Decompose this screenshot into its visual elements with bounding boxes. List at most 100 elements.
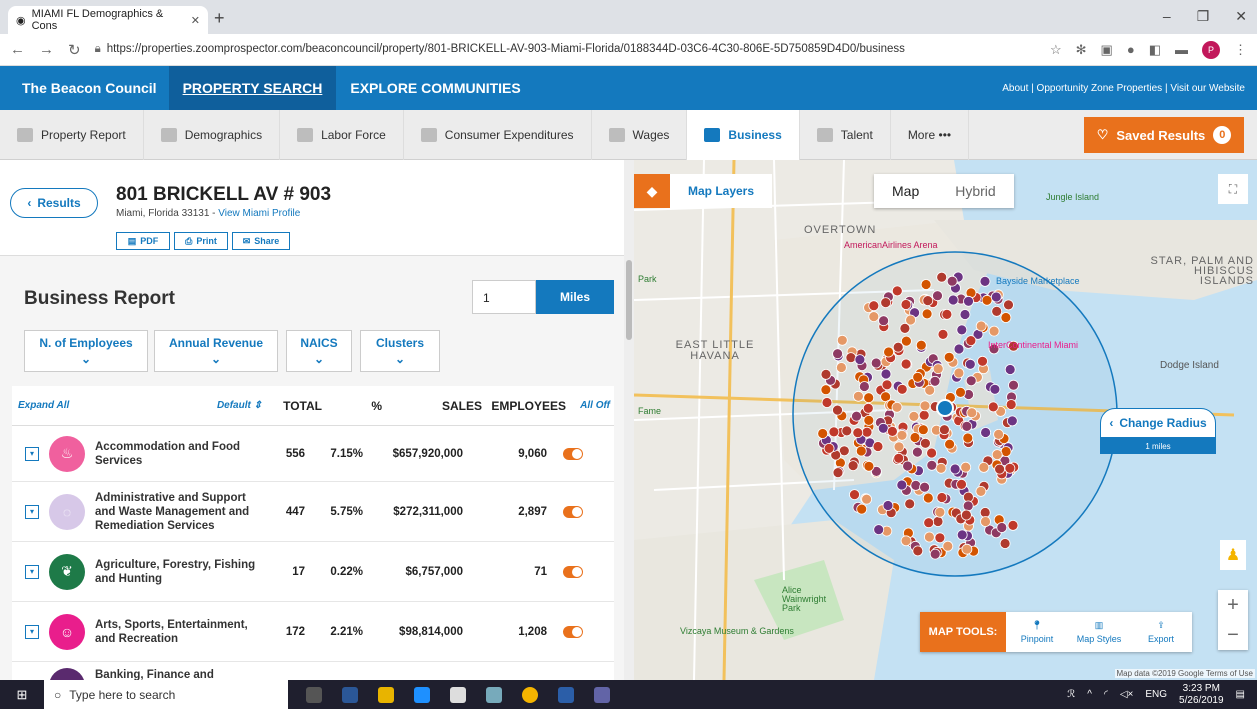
table-row[interactable]: Banking, Finance and xyxy=(12,662,614,680)
tab-property-report[interactable]: Property Report xyxy=(0,109,144,160)
business-point[interactable] xyxy=(977,355,988,367)
business-point[interactable] xyxy=(980,516,991,527)
business-point[interactable] xyxy=(942,540,954,552)
business-point[interactable] xyxy=(975,320,987,332)
business-point[interactable] xyxy=(996,522,1008,533)
business-point[interactable] xyxy=(893,441,905,453)
network-icon[interactable]: ◜ xyxy=(1104,689,1108,700)
zoom-in-icon[interactable]: + xyxy=(1227,594,1239,617)
filter-naics[interactable]: NAICS ⌄ xyxy=(286,330,352,372)
business-point[interactable] xyxy=(962,500,974,512)
filter-clusters[interactable]: Clusters ⌄ xyxy=(360,330,440,372)
business-point[interactable] xyxy=(938,424,950,436)
business-point[interactable] xyxy=(832,348,844,360)
business-point[interactable] xyxy=(892,341,904,353)
business-point[interactable] xyxy=(861,493,873,505)
teams-icon[interactable] xyxy=(594,686,610,703)
business-point[interactable] xyxy=(849,489,860,501)
business-point[interactable] xyxy=(1003,299,1014,311)
business-point[interactable] xyxy=(896,383,908,395)
business-point[interactable] xyxy=(904,498,916,510)
business-point[interactable] xyxy=(934,506,946,518)
app-icon[interactable] xyxy=(342,686,358,703)
business-point[interactable] xyxy=(994,463,1006,475)
restore-icon[interactable]: ❐ xyxy=(1197,8,1210,25)
business-point[interactable] xyxy=(912,371,924,383)
business-point[interactable] xyxy=(922,492,934,504)
table-row[interactable]: ▾ ☺ Arts, Sports, Entertainment, and Rec… xyxy=(12,602,614,662)
business-point[interactable] xyxy=(921,308,933,320)
close-tab-icon[interactable]: ✕ xyxy=(191,14,200,27)
business-point[interactable] xyxy=(883,346,895,358)
business-point[interactable] xyxy=(918,409,930,421)
business-point[interactable] xyxy=(956,478,967,490)
business-point[interactable] xyxy=(941,308,953,320)
expand-row-icon[interactable]: ▾ xyxy=(25,564,39,579)
business-point[interactable] xyxy=(924,384,936,396)
nav-property-search[interactable]: PROPERTY SEARCH xyxy=(168,66,337,110)
extension-icon[interactable]: ✻ xyxy=(1076,42,1087,58)
business-point[interactable] xyxy=(964,358,976,370)
business-point[interactable] xyxy=(929,548,941,560)
map-layers-control[interactable]: ◆ Map Layers xyxy=(634,174,773,208)
print-button[interactable]: ⎙ Print xyxy=(174,232,228,250)
extension-icon[interactable]: ▬ xyxy=(1175,42,1188,57)
mail-icon[interactable] xyxy=(450,686,466,703)
edge-icon[interactable] xyxy=(414,686,430,703)
back-icon[interactable]: ← xyxy=(10,41,25,58)
chrome-icon[interactable] xyxy=(522,686,538,703)
miles-button[interactable]: Miles xyxy=(536,280,614,314)
business-point[interactable] xyxy=(858,381,870,392)
business-point[interactable] xyxy=(961,543,973,555)
business-point[interactable] xyxy=(917,424,929,436)
pdf-button[interactable]: ▤ PDF xyxy=(116,232,170,250)
business-point[interactable] xyxy=(902,460,914,472)
col-pct[interactable]: % xyxy=(322,399,382,413)
business-point[interactable] xyxy=(820,384,832,396)
business-point[interactable] xyxy=(877,422,889,434)
business-point[interactable] xyxy=(896,429,908,441)
business-point[interactable] xyxy=(989,383,1001,395)
language-indicator[interactable]: ENG xyxy=(1145,689,1167,700)
task-view-icon[interactable] xyxy=(306,686,322,703)
business-point[interactable] xyxy=(993,428,1005,440)
business-point[interactable] xyxy=(937,328,949,340)
forward-icon[interactable]: → xyxy=(39,41,54,58)
business-point[interactable] xyxy=(988,325,1000,337)
business-point[interactable] xyxy=(868,311,880,323)
brand-logo[interactable]: The Beacon Council xyxy=(0,80,169,96)
table-row[interactable]: ▾ ◌ Administrative and Support and Waste… xyxy=(12,482,614,542)
new-tab-button[interactable]: + xyxy=(214,8,225,29)
business-point[interactable] xyxy=(835,362,847,373)
business-point[interactable] xyxy=(908,410,920,422)
filter-revenue[interactable]: Annual Revenue ⌄ xyxy=(154,330,278,372)
business-point[interactable] xyxy=(962,432,974,444)
business-point[interactable] xyxy=(900,535,912,547)
business-point[interactable] xyxy=(1005,399,1017,410)
business-point[interactable] xyxy=(852,390,864,402)
expand-all-link[interactable]: Expand All xyxy=(12,400,82,411)
business-point[interactable] xyxy=(880,368,892,380)
app-icon[interactable] xyxy=(486,686,502,703)
panel-scrollbar[interactable] xyxy=(624,160,634,680)
business-point[interactable] xyxy=(919,400,931,412)
star-icon[interactable]: ☆ xyxy=(1050,42,1062,58)
business-point[interactable] xyxy=(832,467,844,479)
results-button[interactable]: ‹ Results xyxy=(10,188,98,218)
business-point[interactable] xyxy=(963,295,974,307)
business-point[interactable] xyxy=(911,446,923,458)
business-point[interactable] xyxy=(1000,446,1012,457)
col-sales[interactable]: SALES xyxy=(382,399,482,413)
business-point[interactable] xyxy=(891,401,903,413)
business-point[interactable] xyxy=(823,442,835,454)
business-point[interactable] xyxy=(900,358,912,370)
business-point[interactable] xyxy=(947,294,959,306)
tab-consumer-expenditures[interactable]: Consumer Expenditures xyxy=(404,109,592,160)
business-point[interactable] xyxy=(900,299,912,310)
business-point[interactable] xyxy=(956,324,968,336)
business-point[interactable] xyxy=(896,479,908,491)
change-radius-button[interactable]: ‹ Change Radius xyxy=(1100,408,1216,438)
map-layers-label[interactable]: Map Layers xyxy=(670,174,773,208)
business-point[interactable] xyxy=(961,420,973,432)
business-point[interactable] xyxy=(965,335,977,347)
